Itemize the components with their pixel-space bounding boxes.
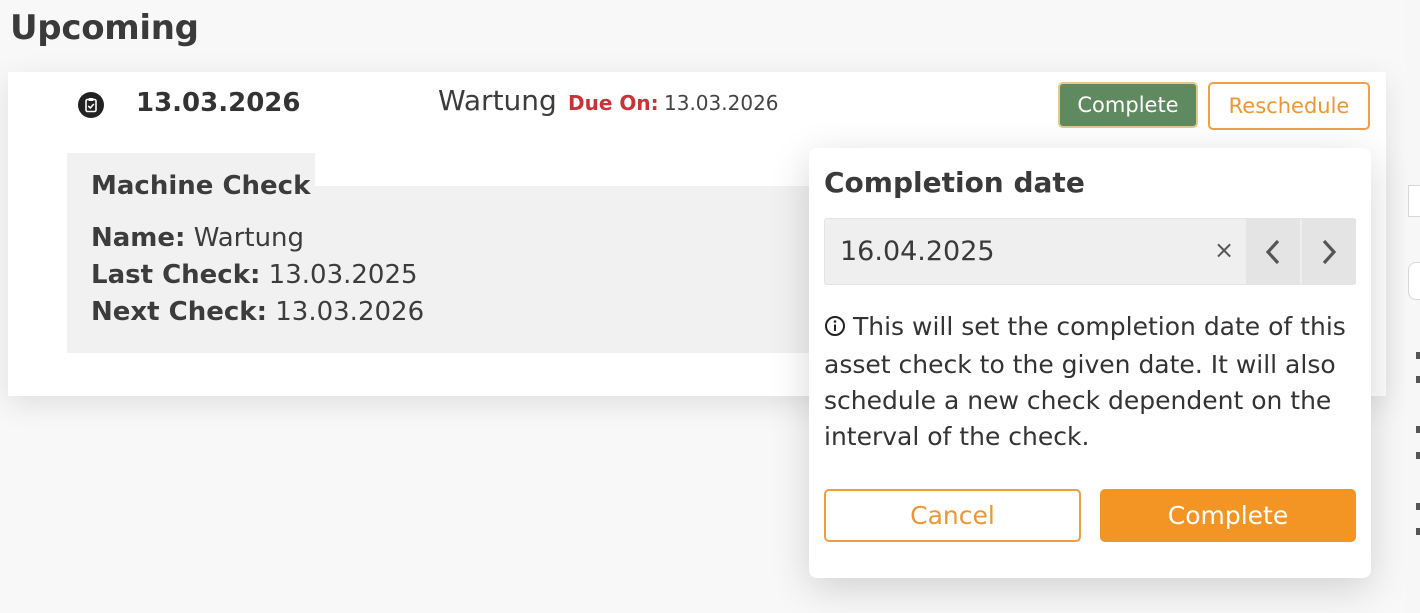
confirm-complete-button[interactable]: Complete bbox=[1100, 489, 1356, 542]
reschedule-button[interactable]: Reschedule bbox=[1208, 82, 1370, 130]
adjacent-panel-edge bbox=[1406, 0, 1420, 613]
detail-name-row: Name: Wartung bbox=[91, 223, 304, 253]
complete-button-label: Complete bbox=[1077, 93, 1179, 117]
chevron-left-icon bbox=[1265, 239, 1280, 264]
adjacent-text-fragment bbox=[1416, 503, 1420, 510]
completion-date-value[interactable]: 16.04.2025 bbox=[840, 236, 995, 267]
adjacent-input-edge bbox=[1408, 185, 1420, 217]
detail-last-check-value: 13.03.2025 bbox=[268, 260, 418, 290]
close-icon[interactable]: × bbox=[1214, 236, 1234, 264]
detail-name-value: Wartung bbox=[193, 223, 305, 253]
completion-info-text: This will set the completion date of thi… bbox=[824, 312, 1346, 451]
detail-next-check-value: 13.03.2026 bbox=[275, 297, 425, 327]
due-on-value: 13.03.2026 bbox=[664, 91, 779, 115]
chevron-right-icon bbox=[1322, 239, 1337, 264]
detail-last-check-row: Last Check: 13.03.2025 bbox=[91, 260, 418, 290]
complete-button[interactable]: Complete bbox=[1058, 82, 1198, 128]
due-on-label: Due On: bbox=[568, 91, 659, 115]
completion-info: This will set the completion date of thi… bbox=[824, 309, 1354, 455]
cancel-button-label: Cancel bbox=[910, 501, 995, 530]
adjacent-control-edge bbox=[1408, 262, 1420, 300]
confirm-complete-label: Complete bbox=[1167, 501, 1289, 530]
clipboard-check-icon bbox=[78, 92, 104, 118]
detail-last-check-label: Last Check: bbox=[91, 260, 261, 290]
adjacent-text-fragment bbox=[1416, 352, 1420, 359]
detail-next-check-label: Next Check: bbox=[91, 297, 267, 327]
page-title: Upcoming bbox=[10, 8, 199, 48]
check-date: 13.03.2026 bbox=[136, 88, 301, 118]
reschedule-button-label: Reschedule bbox=[1228, 94, 1350, 118]
adjacent-text-fragment bbox=[1416, 528, 1420, 535]
check-type: Wartung bbox=[438, 84, 557, 117]
adjacent-text-fragment bbox=[1416, 376, 1420, 383]
detail-name-label: Name: bbox=[91, 223, 186, 253]
cancel-button[interactable]: Cancel bbox=[824, 489, 1081, 542]
adjacent-text-fragment bbox=[1416, 426, 1420, 433]
prev-date-button[interactable] bbox=[1246, 219, 1300, 284]
next-date-button[interactable] bbox=[1302, 219, 1356, 284]
detail-next-check-row: Next Check: 13.03.2026 bbox=[91, 297, 424, 327]
detail-title: Machine Check bbox=[91, 171, 311, 201]
adjacent-text-fragment bbox=[1416, 452, 1420, 459]
info-icon bbox=[824, 311, 846, 347]
completion-date-title: Completion date bbox=[824, 166, 1085, 199]
